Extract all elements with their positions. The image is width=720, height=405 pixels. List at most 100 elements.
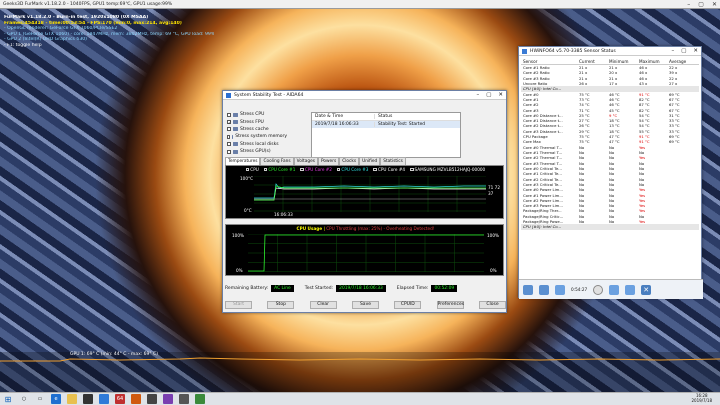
legend-item[interactable]: CPU Core #2 xyxy=(300,167,332,172)
tab-voltages[interactable]: Voltages xyxy=(293,157,318,165)
system-clock[interactable]: 16:28 2019/7/18 xyxy=(691,394,720,403)
stress-gpu-option[interactable]: Stress GPU(s) xyxy=(227,148,287,155)
cell-date: 2019/7/18 16:06:33 xyxy=(315,122,359,127)
checkbox[interactable] xyxy=(227,142,231,147)
checkbox[interactable] xyxy=(227,134,230,139)
graph-tabs: Temperatures Cooling Fans Voltages Power… xyxy=(225,157,406,165)
back-icon[interactable] xyxy=(523,284,533,295)
legend-checkbox[interactable] xyxy=(336,167,341,172)
elapsed-value: 00:52:09 xyxy=(431,285,458,292)
legend-label: CPU Core #4 xyxy=(377,167,405,172)
stress-cache-option[interactable]: Stress cache xyxy=(227,126,287,133)
gpu-icon xyxy=(233,149,238,154)
start-button[interactable]: Start xyxy=(225,301,252,309)
column-maximum[interactable]: Maximum xyxy=(639,59,669,64)
network-icon[interactable] xyxy=(555,284,565,295)
legend-checkbox[interactable] xyxy=(300,167,304,172)
settings-icon[interactable] xyxy=(625,284,636,295)
maximize-icon[interactable]: ▢ xyxy=(486,92,491,98)
close-icon[interactable]: ✕ xyxy=(712,1,717,8)
legend-checkbox[interactable] xyxy=(263,167,268,172)
checkbox[interactable] xyxy=(227,112,231,117)
sensor-group-header[interactable]: CPU [#0]: Intel Co... xyxy=(521,224,699,230)
stop-button[interactable]: Stop xyxy=(267,301,295,309)
table-row[interactable]: 2019/7/18 16:06:33 Stability Test: Start… xyxy=(312,121,460,128)
column-average[interactable]: Average xyxy=(669,59,699,64)
legend-item[interactable]: CPU Core #4 xyxy=(373,167,405,172)
store-icon[interactable] xyxy=(83,394,93,404)
column-date[interactable]: Date & Time xyxy=(312,114,374,119)
close-icon[interactable]: ✕ xyxy=(641,284,652,295)
tab-temperatures[interactable]: Temperatures xyxy=(225,157,261,165)
app-icon[interactable] xyxy=(131,394,141,404)
hwinfo-window: HWiNFO64 v5.70-3385 Sensor Status – ▢ ✕ … xyxy=(518,46,703,299)
tab-cooling-fans[interactable]: Cooling Fans xyxy=(260,157,294,165)
cpu-axis-bottom: 0% xyxy=(236,268,243,273)
minimize-icon[interactable]: – xyxy=(687,1,690,8)
file-explorer-icon[interactable] xyxy=(67,394,77,404)
legend-checkbox[interactable] xyxy=(373,167,377,172)
report-icon[interactable] xyxy=(609,284,620,295)
maximize-icon[interactable]: ▢ xyxy=(681,48,686,54)
app-icon[interactable] xyxy=(195,394,205,404)
legend-checkbox[interactable] xyxy=(410,167,414,172)
checkbox[interactable] xyxy=(227,127,231,132)
search-icon[interactable]: ○ xyxy=(19,394,29,404)
legend-item[interactable]: CPU Core #3 xyxy=(336,167,368,172)
stress-disks-option[interactable]: Stress local disks xyxy=(227,141,287,148)
minimize-icon[interactable]: – xyxy=(671,48,674,54)
stress-cpu-option[interactable]: Stress CPU xyxy=(227,111,287,118)
save-button[interactable]: Save xyxy=(351,301,379,309)
forward-icon[interactable] xyxy=(539,284,549,295)
column-minimum[interactable]: Minimum xyxy=(609,59,639,64)
column-status[interactable]: Status xyxy=(374,114,460,119)
cpu-usage-plot xyxy=(248,234,484,272)
preferences-button[interactable]: Preferences xyxy=(436,301,464,309)
temp-current-b: 37 xyxy=(488,191,494,196)
mail-icon[interactable] xyxy=(99,394,109,404)
close-icon[interactable]: ✕ xyxy=(498,92,503,98)
app-icon[interactable] xyxy=(147,394,157,404)
cpu-icon xyxy=(233,112,238,117)
tab-powers[interactable]: Powers xyxy=(317,157,340,165)
legend-item[interactable]: CPU Core #1 xyxy=(263,167,295,172)
legend-checkbox[interactable] xyxy=(245,167,250,172)
option-label: Stress FPU xyxy=(240,119,264,125)
column-sensor[interactable]: Sensor xyxy=(521,59,579,64)
hwinfo-logo-icon xyxy=(522,48,527,54)
started-label: Test Started: xyxy=(304,286,334,291)
status-bar: Remaining Battery: AC Line Test Started:… xyxy=(225,284,506,293)
option-label: Stress GPU(s) xyxy=(240,149,271,155)
aida64-window: System Stability Test - AIDA64 – ▢ ✕ Str… xyxy=(222,90,507,313)
tab-unified[interactable]: Unified xyxy=(359,157,381,165)
app-icon[interactable] xyxy=(163,394,173,404)
stress-memory-option[interactable]: Stress system memory xyxy=(227,133,287,140)
temp-time-label: 16:06:33 xyxy=(274,212,293,217)
checkbox[interactable] xyxy=(227,149,231,154)
start-icon[interactable]: ⊞ xyxy=(3,394,13,404)
gpu-temp-line xyxy=(0,357,720,362)
checkbox[interactable]: ✓ xyxy=(227,120,231,125)
cache-icon xyxy=(233,127,238,132)
hwinfo-taskbar-icon[interactable]: 64 xyxy=(115,394,125,404)
clock-icon[interactable] xyxy=(593,284,604,295)
maximize-icon[interactable]: ▢ xyxy=(698,1,704,8)
close-icon[interactable]: ✕ xyxy=(693,48,698,54)
minimize-icon[interactable]: – xyxy=(476,92,479,98)
aida64-title-bar: System Stability Test - AIDA64 – ▢ ✕ xyxy=(223,91,506,100)
app-icon[interactable] xyxy=(179,394,189,404)
edge-icon[interactable]: e xyxy=(51,394,61,404)
tab-clocks[interactable]: Clocks xyxy=(339,157,360,165)
hwinfo-toolbar: 0:54:27 ✕ xyxy=(519,279,703,299)
stress-fpu-option[interactable]: ✓ Stress FPU xyxy=(227,118,287,125)
cpu-axis-top: 100% xyxy=(232,233,244,238)
cpuid-button[interactable]: CPUID xyxy=(394,301,422,309)
task-view-icon[interactable]: ▭ xyxy=(35,394,45,404)
tab-statistics[interactable]: Statistics xyxy=(380,157,406,165)
legend-item[interactable]: CPU xyxy=(245,167,259,172)
close-button[interactable]: Close xyxy=(478,301,506,309)
clear-button[interactable]: Clear xyxy=(309,301,337,309)
legend-item[interactable]: SAMSUNG MZVLB512HAJQ-00000 xyxy=(410,167,485,172)
disk-icon xyxy=(233,142,238,147)
column-current[interactable]: Current xyxy=(579,59,609,64)
